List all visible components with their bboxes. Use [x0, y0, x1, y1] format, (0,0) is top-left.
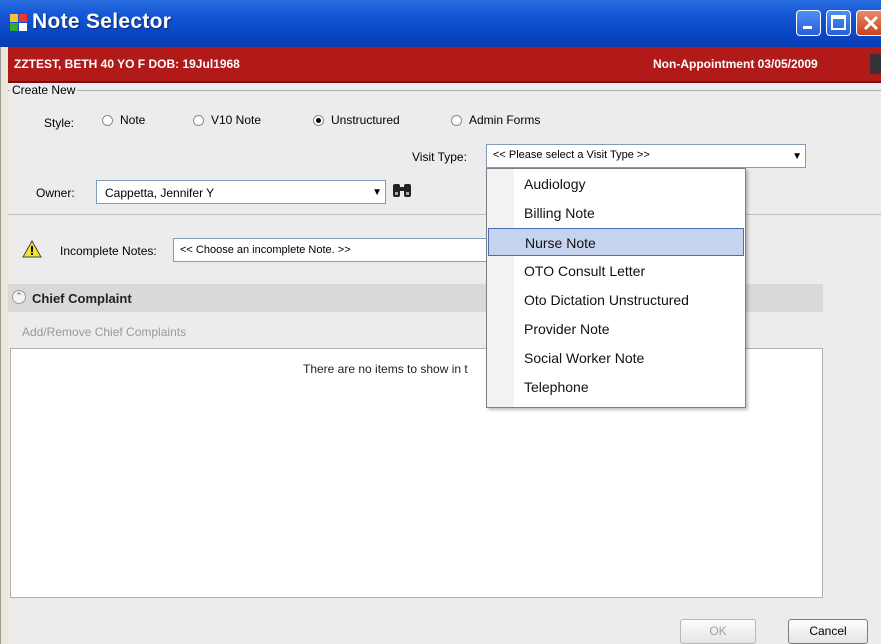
- option-social-worker-note[interactable]: Social Worker Note: [488, 344, 744, 372]
- chevron-down-icon: ▼: [792, 151, 802, 162]
- incomplete-notes-label: Incomplete Notes:: [60, 244, 157, 258]
- radio-button[interactable]: [451, 115, 462, 126]
- add-remove-chief-complaints-link[interactable]: Add/Remove Chief Complaints: [22, 325, 186, 339]
- maximize-button[interactable]: [826, 10, 851, 36]
- visit-type-dropdown[interactable]: << Please select a Visit Type >> ▼: [486, 144, 806, 168]
- radio-label: Note: [120, 113, 146, 127]
- option-oto-consult-letter[interactable]: OTO Consult Letter: [488, 257, 744, 285]
- patient-info: ZZTEST, BETH 40 YO F DOB: 19Jul1968: [14, 57, 240, 71]
- window-frame: [0, 47, 8, 644]
- radio-label: V10 Note: [211, 113, 262, 127]
- option-provider-note[interactable]: Provider Note: [488, 315, 744, 343]
- owner-value: Cappetta, Jennifer Y: [105, 186, 215, 200]
- empty-list-message: There are no items to show in t: [303, 362, 468, 376]
- option-telephone[interactable]: Telephone: [488, 373, 744, 401]
- option-label: Billing Note: [524, 205, 595, 221]
- maximize-icon: [831, 15, 846, 30]
- visit-type-value: << Please select a Visit Type >>: [493, 149, 650, 161]
- option-label: Provider Note: [524, 321, 610, 337]
- section-divider: [8, 214, 881, 215]
- option-label: Oto Dictation Unstructured: [524, 292, 689, 308]
- close-icon: [863, 15, 879, 31]
- visit-type-label: Visit Type:: [412, 150, 467, 164]
- appointment-info: Non-Appointment 03/05/2009: [653, 57, 818, 71]
- radio-label: Unstructured: [331, 113, 400, 127]
- option-audiology[interactable]: Audiology: [488, 170, 744, 198]
- radio-button[interactable]: [102, 115, 113, 126]
- binoculars-icon[interactable]: [390, 180, 414, 202]
- minimize-button[interactable]: [796, 10, 821, 36]
- option-label: OTO Consult Letter: [524, 263, 646, 279]
- close-button[interactable]: [856, 10, 881, 36]
- option-label: Telephone: [524, 379, 589, 395]
- option-billing-note[interactable]: Billing Note: [488, 199, 744, 227]
- warning-icon: [22, 239, 42, 258]
- option-oto-dictation-unstructured[interactable]: Oto Dictation Unstructured: [488, 286, 744, 314]
- owner-label: Owner:: [36, 186, 75, 200]
- chief-complaint-title: Chief Complaint: [32, 291, 132, 306]
- option-label: Social Worker Note: [524, 350, 645, 366]
- incomplete-notes-value: << Choose an incomplete Note. >>: [180, 244, 351, 256]
- incomplete-notes-dropdown[interactable]: << Choose an incomplete Note. >>: [173, 238, 493, 262]
- option-nurse-note[interactable]: Nurse Note: [488, 228, 744, 256]
- window-title: Note Selector: [32, 10, 172, 33]
- radio-button-selected[interactable]: [313, 115, 324, 126]
- collapse-icon[interactable]: ⌃: [12, 290, 26, 304]
- radio-button[interactable]: [193, 115, 204, 126]
- minimize-icon: [803, 26, 812, 29]
- create-new-legend: Create New: [10, 83, 78, 97]
- ok-button[interactable]: OK: [680, 619, 756, 644]
- app-icon: [10, 14, 28, 32]
- owner-dropdown[interactable]: Cappetta, Jennifer Y ▼: [96, 180, 386, 204]
- radio-label: Admin Forms: [469, 113, 541, 127]
- printer-icon[interactable]: [870, 54, 881, 74]
- style-label: Style:: [44, 116, 75, 130]
- cancel-button[interactable]: Cancel: [788, 619, 868, 644]
- option-label: Audiology: [524, 176, 586, 192]
- option-label: Nurse Note: [525, 235, 596, 251]
- chevron-down-icon: ▼: [372, 187, 382, 198]
